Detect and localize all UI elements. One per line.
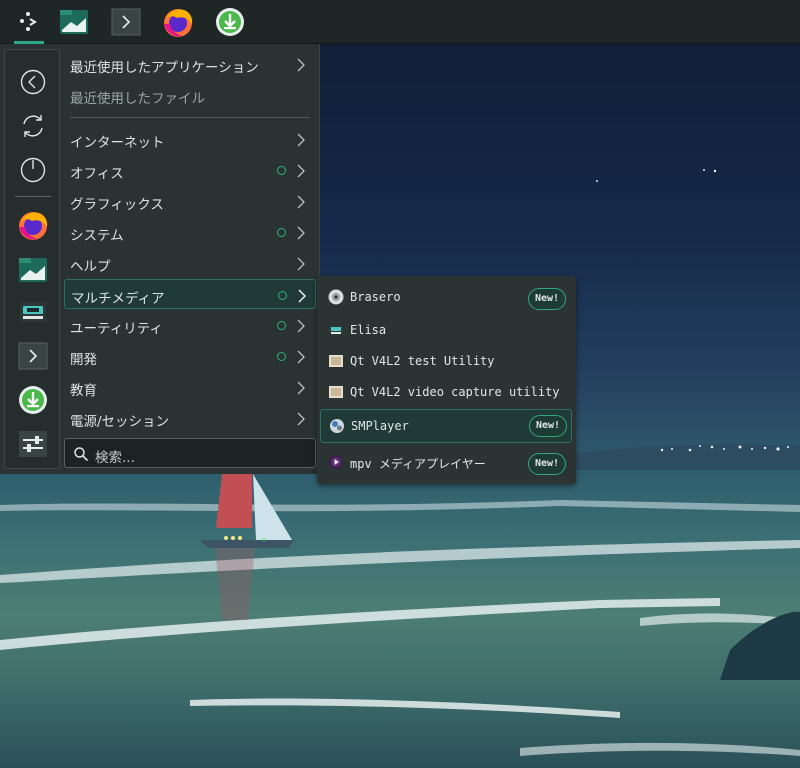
chevron-right-icon [297,350,305,364]
chevron-right-icon [297,226,305,240]
smplayer-icon [330,419,344,433]
category-help[interactable]: ヘルプ [64,248,316,278]
file-manager-icon [60,10,88,34]
app-brasero[interactable]: Brasero New! [320,281,572,313]
search-icon [74,447,89,462]
file-manager-button[interactable] [52,0,96,44]
favorite-settings[interactable] [5,424,61,464]
power-button[interactable] [5,150,61,190]
media-player-icon [20,302,46,322]
sidebar-separator [15,196,51,197]
download-manager-icon [216,8,244,36]
app-launcher-icon [20,12,37,31]
category-office[interactable]: オフィス [64,155,316,185]
terminal-icon [18,342,48,370]
new-items-indicator [277,228,286,237]
category-label: マルチメディア [71,291,165,307]
app-smplayer[interactable]: SMPlayer New! [320,409,572,443]
search-placeholder: 検索... [95,450,135,466]
app-qt-v4l2-test[interactable]: Qt V4L2 test Utility [320,345,572,377]
favorite-terminal[interactable] [5,336,61,376]
category-label: ヘルプ [70,259,111,275]
new-badge: New! [528,453,566,475]
category-development[interactable]: 開発 [64,341,316,371]
chevron-right-icon [297,195,305,209]
qt-v4l2-icon [329,355,343,367]
favorite-firefox[interactable] [5,205,61,245]
favorite-media-player[interactable] [5,292,61,332]
favorite-file-manager[interactable] [5,250,61,290]
firefox-icon [19,212,48,240]
new-items-indicator [278,291,287,300]
chevron-right-icon [297,381,305,395]
elisa-icon [329,325,343,335]
top-panel [0,0,800,44]
menu-item-label: 最近使用したファイル [70,91,205,107]
chevron-right-icon [297,412,305,426]
category-label: オフィス [70,166,124,182]
application-menu: 最近使用したアプリケーション 最近使用したファイル インターネット オフィス グ… [0,44,320,474]
multimedia-submenu: Brasero New! Elisa Qt V4L2 test Utility … [317,276,576,484]
chevron-right-icon [297,257,305,271]
firefox-icon [164,9,193,37]
chevron-right-icon [297,58,305,72]
refresh-icon [23,115,43,137]
new-badge: New! [529,415,567,437]
menu-recent-applications[interactable]: 最近使用したアプリケーション [64,49,316,79]
app-name: SMPlayer [351,419,409,433]
favorites-sidebar [4,49,60,469]
app-name: Qt V4L2 test Utility [350,354,495,368]
brasero-icon [328,289,344,305]
category-label: システム [70,228,124,244]
category-label: 電源/セッション [70,414,170,430]
app-mpv[interactable]: mpv メディアプレイヤー New! [320,446,572,478]
category-education[interactable]: 教育 [64,372,316,402]
menu-item-label: 最近使用したアプリケーション [70,60,259,76]
new-badge: New! [528,288,566,310]
chevron-right-icon [298,289,307,303]
power-icon [20,157,46,183]
download-manager-button[interactable] [208,0,252,44]
menu-separator [70,117,310,118]
chevron-right-icon [297,319,305,333]
app-qt-v4l2-capture[interactable]: Qt V4L2 video capture utility [320,376,572,408]
favorite-download-manager[interactable] [5,380,61,420]
terminal-button[interactable] [104,0,148,44]
category-label: インターネット [70,135,165,151]
category-label: グラフィックス [70,197,164,213]
refresh-button[interactable] [5,106,61,146]
download-manager-icon [19,386,47,414]
category-label: 開発 [70,352,97,368]
back-button[interactable] [5,62,61,102]
new-items-indicator [277,321,286,330]
search-input[interactable]: 検索... [64,438,316,468]
category-system[interactable]: システム [64,217,316,247]
category-graphics[interactable]: グラフィックス [64,186,316,216]
category-label: 教育 [70,383,97,399]
file-manager-icon [19,258,47,282]
chevron-right-icon [297,133,305,147]
new-items-indicator [277,352,286,361]
category-power-session[interactable]: 電源/セッション [64,403,316,433]
new-items-indicator [277,166,286,175]
category-label: ユーティリティ [70,321,163,337]
app-name: Elisa [350,323,387,337]
back-icon [20,69,46,95]
app-name: Brasero [350,290,401,304]
category-internet[interactable]: インターネット [64,124,316,154]
app-name: mpv メディアプレイヤー [350,457,486,471]
settings-icon [19,431,47,457]
menu-recent-files[interactable]: 最近使用したファイル [64,80,316,110]
chevron-right-icon [297,164,305,178]
firefox-button[interactable] [156,0,200,44]
qt-v4l2-capture-icon [329,386,343,398]
category-utilities[interactable]: ユーティリティ [64,310,316,340]
app-elisa[interactable]: Elisa [320,314,572,346]
mpv-icon [329,455,343,469]
terminal-icon [111,8,141,36]
app-launcher-button[interactable] [4,0,48,44]
app-name: Qt V4L2 video capture utility [350,385,560,399]
category-multimedia[interactable]: マルチメディア [64,279,316,309]
